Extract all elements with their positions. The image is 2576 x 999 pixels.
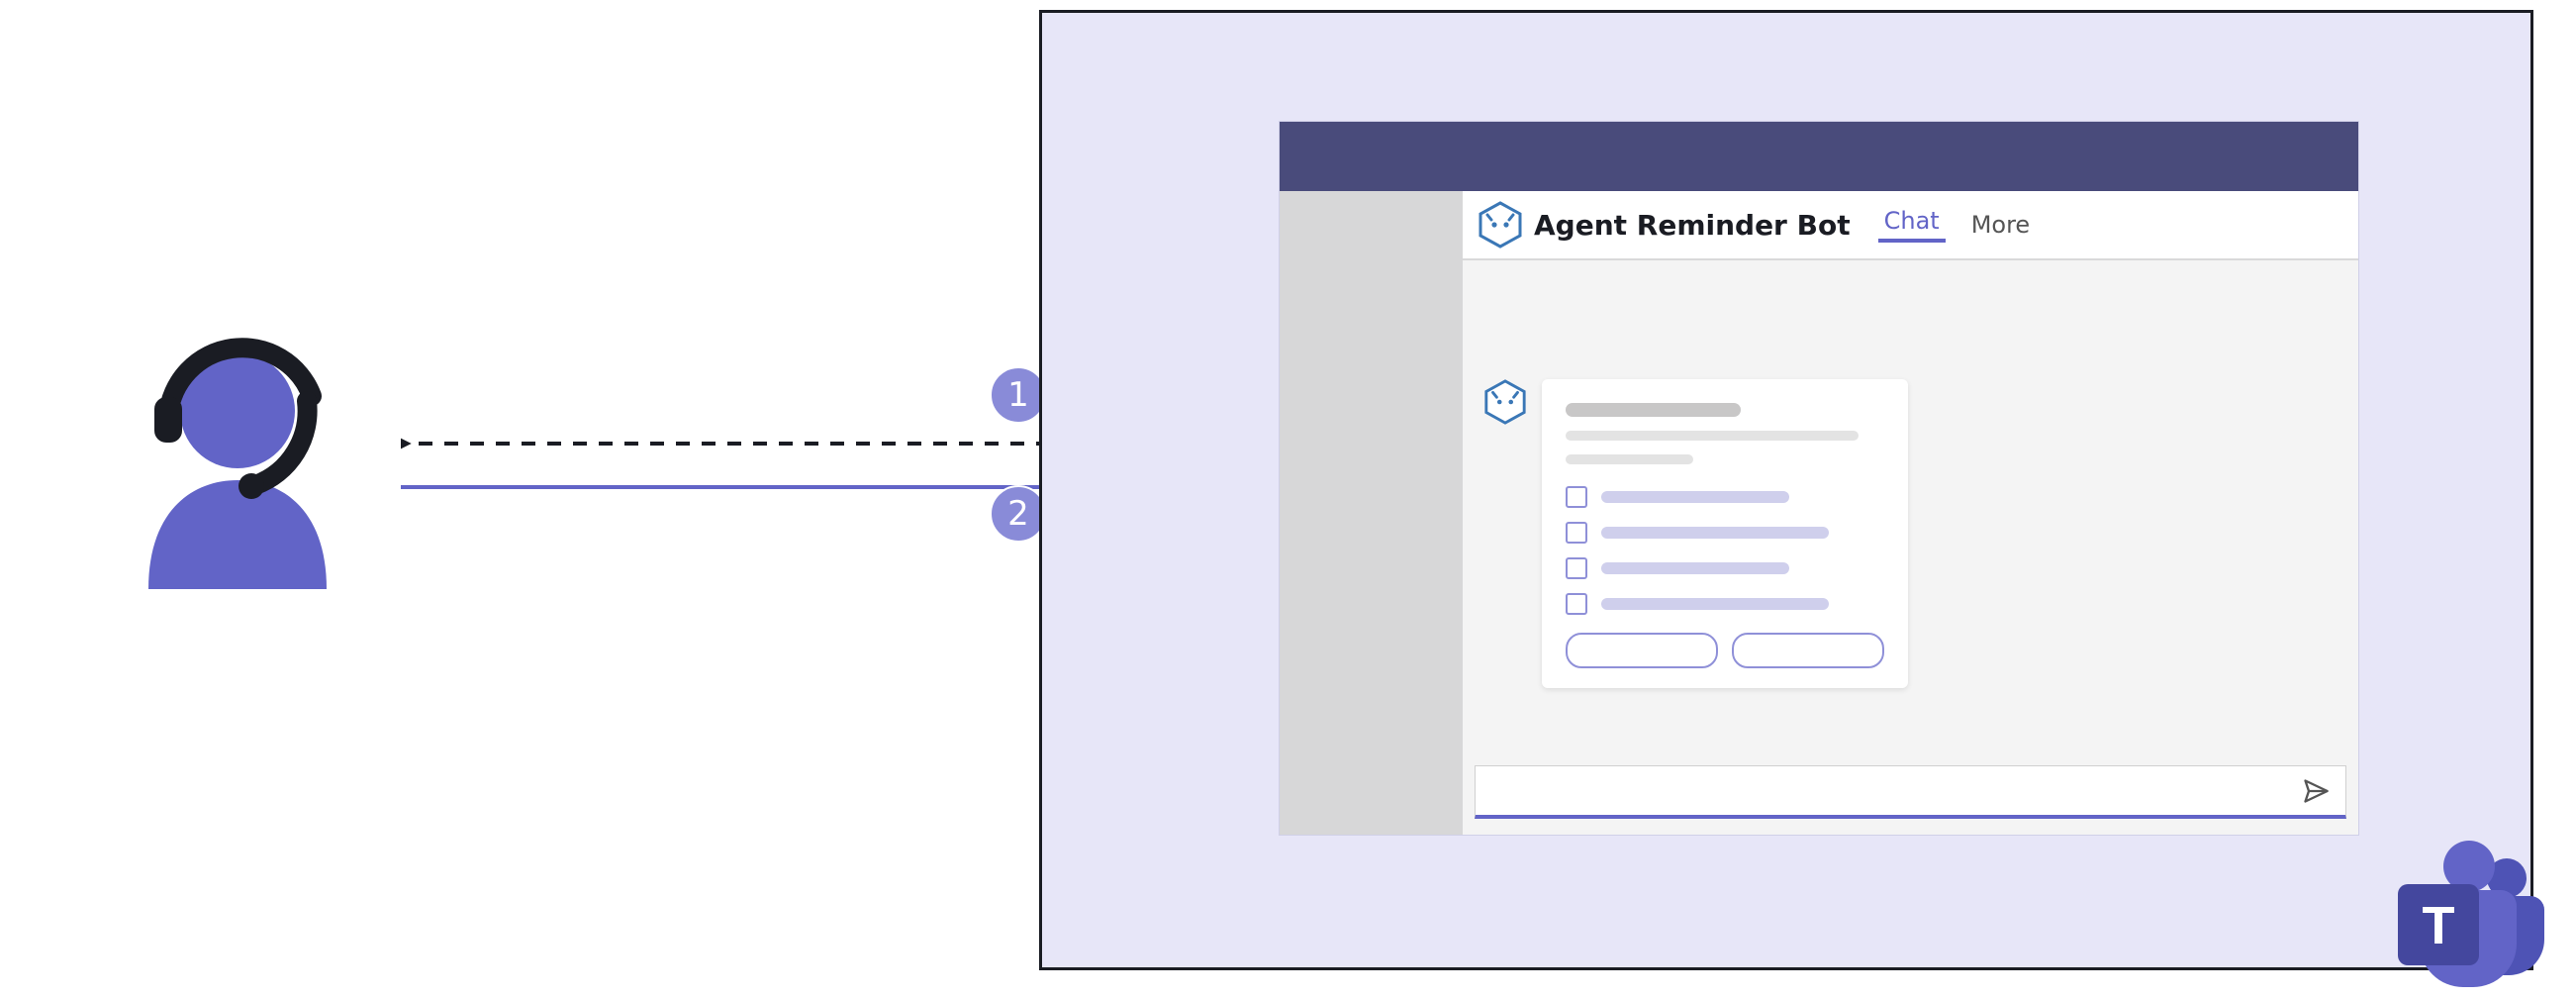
card-text-placeholder	[1566, 454, 1693, 464]
chat-header: Agent Reminder Bot Chat More	[1463, 191, 2358, 260]
bot-message	[1482, 379, 1908, 688]
title-bar	[1280, 122, 2358, 191]
checklist-label-placeholder	[1601, 491, 1789, 503]
checklist-label-placeholder	[1601, 527, 1829, 539]
app-hex-icon	[1477, 201, 1524, 249]
teams-window-panel: Agent Reminder Bot Chat More	[1039, 10, 2533, 970]
tab-more[interactable]: More	[1965, 211, 2037, 239]
checklist-item[interactable]	[1566, 486, 1884, 508]
checkbox-icon[interactable]	[1566, 486, 1587, 508]
headset-user-icon	[129, 302, 346, 589]
step-number: 2	[1007, 494, 1029, 534]
send-icon[interactable]	[2302, 777, 2330, 805]
message-composer[interactable]	[1475, 765, 2346, 819]
checkbox-icon[interactable]	[1566, 593, 1587, 615]
tab-chat[interactable]: Chat	[1878, 207, 1946, 243]
sidebar-rail	[1280, 191, 1463, 835]
bot-avatar-icon	[1482, 379, 1528, 425]
card-title-placeholder	[1566, 403, 1741, 417]
diagram-stage: 1 2	[0, 0, 2576, 975]
checklist-item[interactable]	[1566, 593, 1884, 615]
checklist-label-placeholder	[1601, 598, 1829, 610]
card-action-button[interactable]	[1732, 633, 1884, 668]
chat-app-title: Agent Reminder Bot	[1534, 209, 1851, 242]
checkbox-icon[interactable]	[1566, 522, 1587, 544]
adaptive-card	[1542, 379, 1908, 688]
checkbox-icon[interactable]	[1566, 557, 1587, 579]
checklist-item[interactable]	[1566, 522, 1884, 544]
card-action-row	[1566, 633, 1884, 668]
checklist-item[interactable]	[1566, 557, 1884, 579]
chat-body	[1463, 260, 2358, 835]
checklist-label-placeholder	[1601, 562, 1789, 574]
card-action-button[interactable]	[1566, 633, 1718, 668]
teams-app-window: Agent Reminder Bot Chat More	[1280, 122, 2358, 835]
step-number: 1	[1007, 375, 1029, 415]
card-text-placeholder	[1566, 431, 1859, 441]
svg-text:T: T	[2423, 896, 2455, 955]
microsoft-teams-logo-icon: T	[2380, 827, 2548, 995]
